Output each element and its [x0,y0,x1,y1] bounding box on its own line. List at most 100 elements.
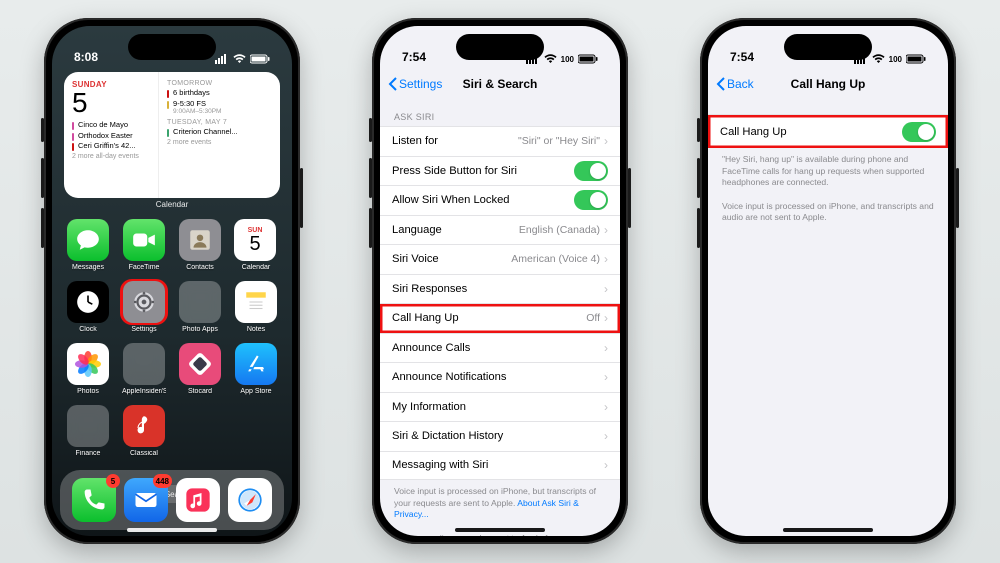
row-label: Announce Notifications [392,371,604,383]
chevron-left-icon [388,77,398,91]
row-announce-notifications[interactable]: Announce Notifications› [380,362,620,392]
dynamic-island [456,34,544,60]
row-my-information[interactable]: My Information› [380,392,620,422]
row-label: Siri & Dictation History [392,430,604,442]
phone-siri-settings: 7:54 100 Settings Siri & Search ASK SIRI… [372,18,628,544]
row-press-side-button-for-siri[interactable]: Press Side Button for Siri [380,156,620,186]
app-label: Stocard [178,388,222,395]
calendar-widget[interactable]: SUNDAY 5 Cinco de Mayo Orthodox Easter C… [64,72,280,198]
app-calendar[interactable]: SUN5 Calendar [234,219,278,271]
row-label: Call Hang Up [720,126,902,138]
home-indicator[interactable] [783,528,873,532]
row-announce-calls[interactable]: Announce Calls› [380,333,620,363]
back-button[interactable]: Back [716,77,754,91]
row-label: Siri Voice [392,253,511,265]
app-label: App Store [234,388,278,395]
footer-note-1: Voice input is processed on iPhone, but … [380,480,620,527]
chevron-right-icon: › [604,311,608,325]
dock-music[interactable] [176,478,220,522]
app-label: Settings [122,326,166,333]
section-header: ASK SIRI [380,100,620,126]
row-messaging-with-siri[interactable]: Messaging with Siri› [380,451,620,481]
app-contacts[interactable]: Contacts [178,219,222,271]
row-label: Listen for [392,135,518,147]
app-messages[interactable]: Messages [66,219,110,271]
app-photoapps[interactable]: Photo Apps [178,281,222,333]
nav-bar: Back Call Hang Up [708,68,948,100]
status-indicators [215,54,270,64]
app-ai-folder[interactable]: AppleInsider/SJ [122,343,166,395]
row-siri-dictation-history[interactable]: Siri & Dictation History› [380,421,620,451]
nav-title: Siri & Search [463,77,538,91]
row-label: Language [392,224,519,236]
home-indicator[interactable] [455,528,545,532]
calendar-event: Cinco de Mayo [72,121,150,130]
chevron-right-icon: › [604,429,608,443]
footer-note-2: Voice input is processed on iPhone, and … [708,195,948,230]
row-label: Press Side Button for Siri [392,165,574,177]
app-stocard[interactable]: Stocard [178,343,222,395]
app-label: Contacts [178,264,222,271]
nav-title: Call Hang Up [791,77,866,91]
row-label: Siri Responses [392,283,604,295]
row-label: Announce Calls [392,342,604,354]
toggle-allow-siri-when-locked[interactable] [574,190,608,210]
app-label: Notes [234,326,278,333]
home-indicator[interactable] [127,528,217,532]
chevron-right-icon: › [604,341,608,355]
nav-bar: Settings Siri & Search [380,68,620,100]
app-photos[interactable]: Photos [66,343,110,395]
widget-label: Calendar [52,200,292,209]
app-label: Photo Apps [178,326,222,333]
calendar-event: 6 birthdays [167,89,272,98]
dock-phone[interactable]: 5 [72,478,116,522]
app-label: Messages [66,264,110,271]
row-siri-responses[interactable]: Siri Responses› [380,274,620,304]
widget-date: 5 [72,89,150,117]
row-label: Call Hang Up [392,312,586,324]
row-call-hang-up[interactable]: Call Hang Up [708,114,948,148]
dynamic-island [128,34,216,60]
app-classical[interactable]: Classical [122,405,166,457]
back-button[interactable]: Settings [388,77,442,91]
app-label: Finance [66,450,110,457]
chevron-right-icon: › [604,282,608,296]
app-appstore[interactable]: App Store [234,343,278,395]
toggle-call-hang-up[interactable] [902,122,936,142]
calendar-event: Ceri Griffin's 42... [72,142,150,151]
footer-note-1: "Hey Siri, hang up" is available during … [708,148,948,195]
dock-safari[interactable] [228,478,272,522]
chevron-right-icon: › [604,458,608,472]
app-label: AppleInsider/SJ [122,388,166,395]
toggle-press-side-button-for-siri[interactable] [574,161,608,181]
chevron-left-icon [716,77,726,91]
status-time: 7:54 [402,50,426,64]
row-allow-siri-when-locked[interactable]: Allow Siri When Locked [380,185,620,215]
dock: 5 448 [60,470,284,530]
dock-mail[interactable]: 448 [124,478,168,522]
chevron-right-icon: › [604,252,608,266]
app-settings[interactable]: Settings [122,281,166,333]
calendar-event: 9-5:30 FS9:00AM–5:30PM [167,100,272,115]
calendar-event: Criterion Channel... [167,128,272,137]
phone-homescreen: 8:08 SUNDAY 5 Cinco de Mayo Orthodox Eas… [44,18,300,544]
app-label: Classical [122,450,166,457]
chevron-right-icon: › [604,370,608,384]
row-label: My Information [392,401,604,413]
app-notes[interactable]: Notes [234,281,278,333]
row-value: "Siri" or "Hey Siri" [518,135,600,147]
phone-call-hangup: 7:54 100 Back Call Hang Up Call Hang Up [700,18,956,544]
app-label: FaceTime [122,264,166,271]
app-finance[interactable]: Finance [66,405,110,457]
row-siri-voice[interactable]: Siri VoiceAmerican (Voice 4)› [380,244,620,274]
app-label: Clock [66,326,110,333]
row-label: Messaging with Siri [392,459,604,471]
row-call-hang-up[interactable]: Call Hang UpOff› [380,303,620,333]
row-label: Allow Siri When Locked [392,194,574,206]
row-language[interactable]: LanguageEnglish (Canada)› [380,215,620,245]
status-time: 8:08 [74,50,98,64]
app-facetime[interactable]: FaceTime [122,219,166,271]
chevron-right-icon: › [604,400,608,414]
row-listen-for[interactable]: Listen for"Siri" or "Hey Siri"› [380,126,620,156]
app-clock[interactable]: Clock [66,281,110,333]
